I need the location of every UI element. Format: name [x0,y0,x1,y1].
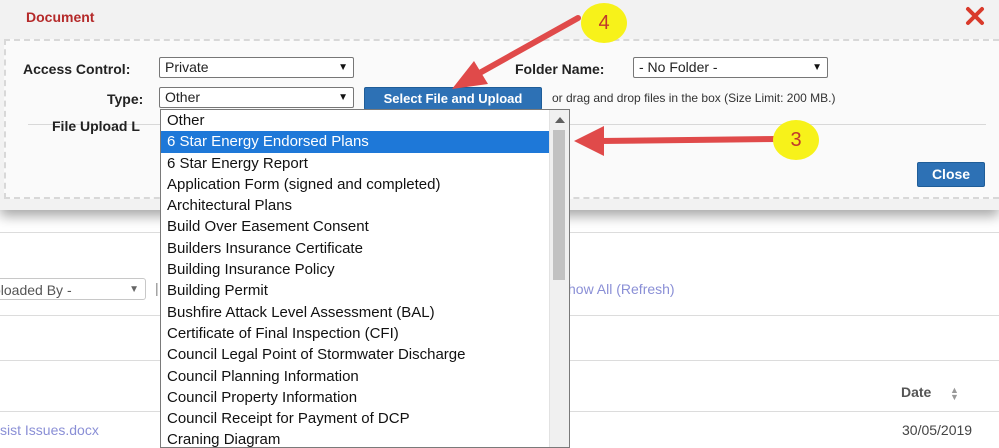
dropdown-option[interactable]: Building Permit [161,280,550,301]
chevron-down-icon: ▼ [812,62,822,73]
date-column-header[interactable]: Date [901,384,931,400]
show-all-link[interactable]: how All (Refresh) [568,281,675,297]
uploaded-by-select[interactable]: ploaded By - ▼ [0,278,146,300]
dropdown-option[interactable]: Council Planning Information [161,366,550,387]
step-4-badge: 4 [581,3,627,43]
dropdown-option[interactable]: Craning Diagram [161,429,550,447]
chevron-down-icon: ▼ [338,62,348,73]
dropdown-option[interactable]: Council Receipt for Payment of DCP [161,408,550,429]
file-link[interactable]: sist Issues.docx [0,422,99,438]
close-icon[interactable] [965,5,985,27]
dropdown-option[interactable]: Build Over Easement Consent [161,216,550,237]
dropdown-option[interactable]: Council Legal Point of Stormwater Discha… [161,344,550,365]
dropdown-options: Other 6 Star Energy Endorsed Plans 6 Star … [161,110,550,447]
drag-drop-hint: or drag and drop files in the box (Size … [552,91,836,105]
access-control-select[interactable]: Private ▼ [159,57,354,78]
step-3-badge: 3 [773,120,819,160]
dropdown-option[interactable]: 6 Star Energy Report [161,153,550,174]
dropdown-option[interactable]: Application Form (signed and completed) [161,174,550,195]
file-upload-label: File Upload L [52,118,140,134]
dropdown-option[interactable]: Certificate of Final Inspection (CFI) [161,323,550,344]
dropdown-option[interactable]: Building Insurance Policy [161,259,550,280]
type-value: Other [165,89,201,105]
chevron-down-icon: ▼ [129,284,139,295]
dropdown-option[interactable]: Architectural Plans [161,195,550,216]
type-label: Type: [107,91,144,107]
access-control-value: Private [165,59,209,75]
separator: | [155,280,159,296]
select-file-upload-button[interactable]: Select File and Upload [364,87,542,110]
scrollbar-thumb[interactable] [553,130,565,280]
type-dropdown-list: Other 6 Star Energy Endorsed Plans 6 Star … [160,109,570,448]
modal-title: Document [26,9,95,25]
folder-name-value: - No Folder - [639,59,718,75]
scrollbar[interactable] [549,110,569,447]
dropdown-option[interactable]: Bushfire Attack Level Assessment (BAL) [161,302,550,323]
folder-name-select[interactable]: - No Folder - ▼ [633,57,828,78]
dropdown-option[interactable]: 6 Star Energy Endorsed Plans [161,131,550,153]
close-button[interactable]: Close [917,162,985,187]
folder-name-label: Folder Name: [515,61,605,77]
type-select[interactable]: Other ▼ [159,87,354,108]
dropdown-option[interactable]: Council Property Information [161,387,550,408]
dropdown-option[interactable]: Other [161,110,550,131]
file-date: 30/05/2019 [902,422,973,438]
access-control-label: Access Control: [23,61,131,77]
chevron-down-icon: ▼ [338,92,348,103]
scroll-up-icon[interactable] [555,117,565,123]
dropdown-option[interactable]: Builders Insurance Certificate [161,238,550,259]
sort-icon[interactable]: ▲ ▼ [950,386,959,402]
uploaded-by-value: ploaded By - [0,282,72,298]
